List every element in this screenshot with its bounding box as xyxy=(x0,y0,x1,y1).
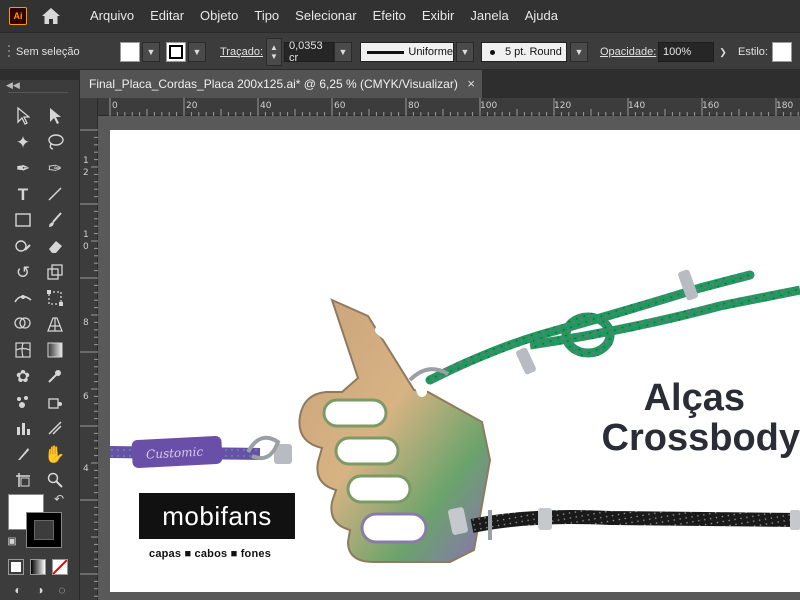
draw-behind-icon[interactable]: ◑ xyxy=(30,582,50,598)
fill-swatch[interactable] xyxy=(120,42,140,62)
blend-tool-icon[interactable]: ✿ xyxy=(10,364,36,388)
menu-selecionar[interactable]: Selecionar xyxy=(287,0,364,32)
draw-normal-icon[interactable]: ◐ xyxy=(8,582,28,598)
ruler-ticks xyxy=(80,129,98,597)
home-icon[interactable] xyxy=(41,6,61,26)
shaper-tool-icon[interactable] xyxy=(10,234,36,258)
stroke-label[interactable]: Traçado: xyxy=(220,33,263,71)
menu-ajuda[interactable]: Ajuda xyxy=(517,0,566,32)
menu-efeito[interactable]: Efeito xyxy=(365,0,414,32)
menu-bar: Ai Arquivo Editar Objeto Tipo Selecionar… xyxy=(0,0,800,32)
stroke-profile-dropdown[interactable]: ▼ xyxy=(456,42,474,62)
strap-tag-text: Customic xyxy=(146,445,204,462)
stroke-dropdown[interactable]: ▼ xyxy=(188,42,206,62)
horizontal-ruler[interactable]: 0 20 40 60 80 100 120 140 160 180 xyxy=(80,98,800,116)
magic-wand-tool-icon[interactable]: ✦ xyxy=(10,130,36,154)
rotate-tool-icon[interactable]: ↺ xyxy=(10,260,36,284)
gradient-tool-icon[interactable] xyxy=(42,338,68,362)
black-cord xyxy=(448,507,800,540)
purple-cord: Customic xyxy=(110,435,292,469)
control-bar: Sem seleção ▼ ▼ Traçado: ▲ ▼ 0,0353 cr ▼ … xyxy=(0,32,800,70)
slice-tool-icon[interactable] xyxy=(42,416,68,440)
toolbar-divider xyxy=(8,92,68,93)
paintbrush-tool-icon[interactable] xyxy=(42,208,68,232)
brand-tagline: capas ■ cabos ■ fones xyxy=(149,548,272,560)
line-tool-icon[interactable] xyxy=(42,182,68,206)
brush-dot-icon xyxy=(490,49,495,55)
brush-select[interactable]: 5 pt. Round xyxy=(481,42,567,62)
opacity-label[interactable]: Opacidade: xyxy=(600,33,656,71)
opacity-flyout[interactable]: ❯ xyxy=(714,42,732,62)
fill-dropdown[interactable]: ▼ xyxy=(142,42,160,62)
knife-tool-icon[interactable] xyxy=(10,442,36,466)
stroke-profile-preview xyxy=(367,50,405,54)
headline-line-2: Crossbody xyxy=(601,417,800,459)
brush-dropdown[interactable]: ▼ xyxy=(570,42,588,62)
brush-label: 5 pt. Round xyxy=(505,46,562,58)
stroke-weight-field[interactable]: 0,0353 cr xyxy=(284,40,334,64)
style-swatch[interactable] xyxy=(772,42,792,62)
document-tab-title: Final_Placa_Cordas_Placa 200x125.ai* @ 6… xyxy=(89,77,458,91)
draw-inside-icon[interactable]: ◌ xyxy=(52,582,72,598)
artboard[interactable]: Customic mobifans capas ■ cabos ■ fones … xyxy=(110,130,800,592)
app-logo[interactable]: Ai xyxy=(9,7,27,25)
column-graph-tool-icon[interactable] xyxy=(10,416,36,440)
lasso-tool-icon[interactable] xyxy=(42,130,68,154)
direct-selection-tool-icon[interactable] xyxy=(42,104,68,128)
shape-builder-tool-icon[interactable] xyxy=(10,312,36,336)
menu-exibir[interactable]: Exibir xyxy=(414,0,463,32)
rectangle-tool-icon[interactable] xyxy=(10,208,36,232)
tools-panel: ◀◀ ✦ ✒ ✑ T ↺ ✿ ✋ ↶ ▣ ◐ ◑ ◌ xyxy=(0,80,80,600)
hand-tool-icon[interactable]: ✋ xyxy=(42,442,68,466)
collapse-panel-icon[interactable]: ◀◀ xyxy=(6,80,20,91)
selection-status: Sem seleção xyxy=(16,46,80,58)
document-tab[interactable]: Final_Placa_Cordas_Placa 200x125.ai* @ 6… xyxy=(80,70,482,98)
control-grip xyxy=(8,33,12,71)
vertical-ruler[interactable]: 1 2 1 0 8 6 4 xyxy=(80,98,98,600)
gradient-mode-icon[interactable] xyxy=(30,559,46,575)
symbol-sprayer-tool-icon[interactable] xyxy=(10,390,36,414)
eraser-tool-icon[interactable] xyxy=(42,234,68,258)
style-label: Estilo: xyxy=(738,46,768,58)
headline: Alças Crossbody xyxy=(572,378,800,458)
brand-logo: mobifans xyxy=(139,493,295,539)
menu-editar[interactable]: Editar xyxy=(142,0,192,32)
default-colors-icon[interactable]: ▣ xyxy=(4,534,20,550)
stroke-stepper[interactable]: ▲ ▼ xyxy=(266,38,282,66)
artboard-tool-icon[interactable] xyxy=(10,468,36,492)
ruler-ticks xyxy=(109,98,799,116)
menu-tipo[interactable]: Tipo xyxy=(246,0,287,32)
mesh-tool-icon[interactable] xyxy=(10,338,36,362)
close-tab-icon[interactable]: × xyxy=(467,76,475,91)
menu-janela[interactable]: Janela xyxy=(462,0,516,32)
swap-fill-stroke-icon[interactable]: ↶ xyxy=(50,490,68,508)
opacity-field[interactable]: 100% xyxy=(658,42,714,62)
stroke-profile-label: Uniforme xyxy=(408,46,453,58)
none-mode-icon[interactable] xyxy=(52,559,68,575)
color-mode-icon[interactable] xyxy=(8,559,24,575)
stroke-weight-dropdown[interactable]: ▼ xyxy=(334,42,352,62)
zoom-tool-icon[interactable] xyxy=(42,468,68,492)
scale-tool-icon[interactable] xyxy=(42,260,68,284)
selection-tool-icon[interactable] xyxy=(10,104,36,128)
perspective-grid-tool-icon[interactable] xyxy=(42,312,68,336)
curvature-tool-icon[interactable]: ✑ xyxy=(42,156,68,180)
stroke-color-box[interactable] xyxy=(26,512,62,548)
stroke-swatch[interactable] xyxy=(166,42,186,62)
live-paint-bucket-tool-icon[interactable] xyxy=(42,390,68,414)
stroke-profile-select[interactable]: Uniforme xyxy=(360,42,454,62)
menu-objeto[interactable]: Objeto xyxy=(192,0,246,32)
menu-arquivo[interactable]: Arquivo xyxy=(82,0,142,32)
type-tool-icon[interactable]: T xyxy=(10,182,36,206)
width-tool-icon[interactable] xyxy=(10,286,36,310)
eyedropper-tool-icon[interactable] xyxy=(42,364,68,388)
headline-line-1: Alças xyxy=(643,377,745,419)
pen-tool-icon[interactable]: ✒ xyxy=(10,156,36,180)
free-transform-tool-icon[interactable] xyxy=(42,286,68,310)
green-cord xyxy=(408,269,800,385)
